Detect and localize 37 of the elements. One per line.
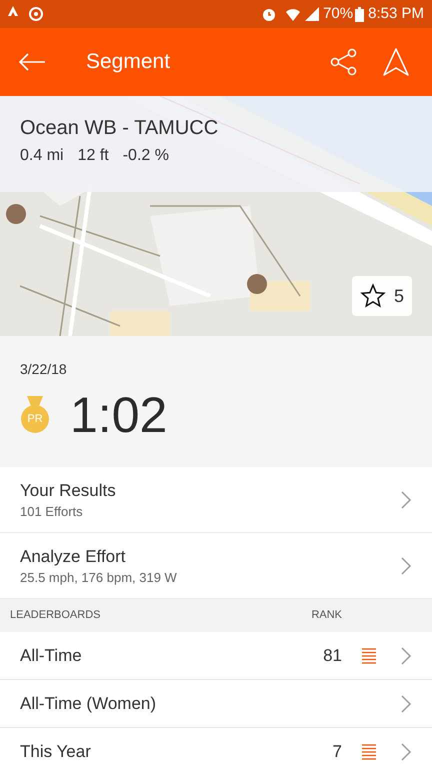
item-subtitle: 25.5 mph, 176 bpm, 319 W [20, 570, 178, 584]
segment-elevation: 12 ft [78, 148, 109, 164]
leaderboard-label: All-Time (Women) [20, 692, 158, 715]
list-icon [362, 744, 376, 760]
chevron-right-icon [400, 742, 412, 762]
chevron-right-icon [400, 646, 412, 666]
battery-icon [355, 6, 364, 22]
effort-date: 3/22/18 [20, 362, 68, 376]
share-icon [330, 48, 358, 76]
leaderboard-label: All-Time [20, 644, 83, 667]
signal-icon [305, 7, 320, 21]
list-icon [362, 648, 376, 664]
alarm-icon [261, 6, 278, 22]
segment-grade: -0.2 % [122, 148, 169, 164]
screen-title: Segment [86, 49, 172, 76]
item-subtitle: 101 Efforts [20, 504, 84, 518]
item-title: Analyze Effort [20, 548, 127, 564]
navigation-arrow-icon [383, 48, 409, 76]
sync-icon [28, 6, 44, 22]
chevron-right-icon [400, 490, 412, 510]
battery-percent: 70% [323, 4, 354, 24]
effort-time: 1:02 [70, 390, 168, 440]
clock-time: 8:53 PM [368, 4, 424, 24]
segment-distance: 0.4 mi [20, 148, 64, 164]
rank-heading: RANK [311, 608, 342, 624]
segment-name: Ocean WB - TAMUCC [20, 118, 220, 138]
leaderboard-label: This Year [20, 740, 92, 763]
rank-value: 7 [332, 740, 342, 763]
item-title: Your Results [20, 482, 117, 498]
star-icon [360, 283, 386, 309]
wifi-icon [285, 6, 302, 22]
star-button[interactable]: 5 [352, 276, 412, 316]
leaderboards-heading: LEADERBOARDS [10, 608, 102, 624]
back-arrow-icon [18, 52, 46, 72]
rank-value: 81 [323, 644, 342, 667]
chevron-right-icon [400, 694, 412, 714]
chevron-right-icon [400, 556, 412, 576]
